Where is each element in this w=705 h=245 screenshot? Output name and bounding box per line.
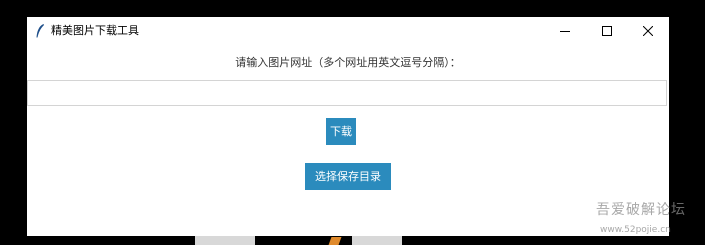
- url-prompt-label: 请输入图片网址（多个网址用英文逗号分隔）：: [235, 56, 461, 69]
- choose-save-directory-button[interactable]: 选择保存目录: [305, 163, 391, 190]
- feather-icon: [35, 23, 45, 39]
- background-shape: [195, 236, 255, 245]
- watermark-url: www.52pojie.cn: [600, 225, 671, 235]
- url-input[interactable]: [27, 80, 667, 106]
- app-window: 精美图片下载工具 请输入图片网址（多个网址用英文逗号分隔）： 下载 选择保存目录: [27, 17, 669, 236]
- maximize-button[interactable]: [587, 17, 627, 45]
- maximize-icon: [602, 26, 612, 36]
- title-bar[interactable]: 精美图片下载工具: [27, 17, 669, 45]
- watermark-text: 吾爱破解论坛: [596, 202, 686, 218]
- minimize-button[interactable]: [545, 17, 585, 45]
- download-button[interactable]: 下载: [326, 118, 356, 145]
- background-shape: [328, 237, 342, 245]
- close-button[interactable]: [628, 17, 668, 45]
- background-shape: [352, 236, 402, 245]
- minimize-icon: [560, 31, 570, 32]
- window-title: 精美图片下载工具: [51, 24, 139, 37]
- close-icon: [643, 26, 653, 36]
